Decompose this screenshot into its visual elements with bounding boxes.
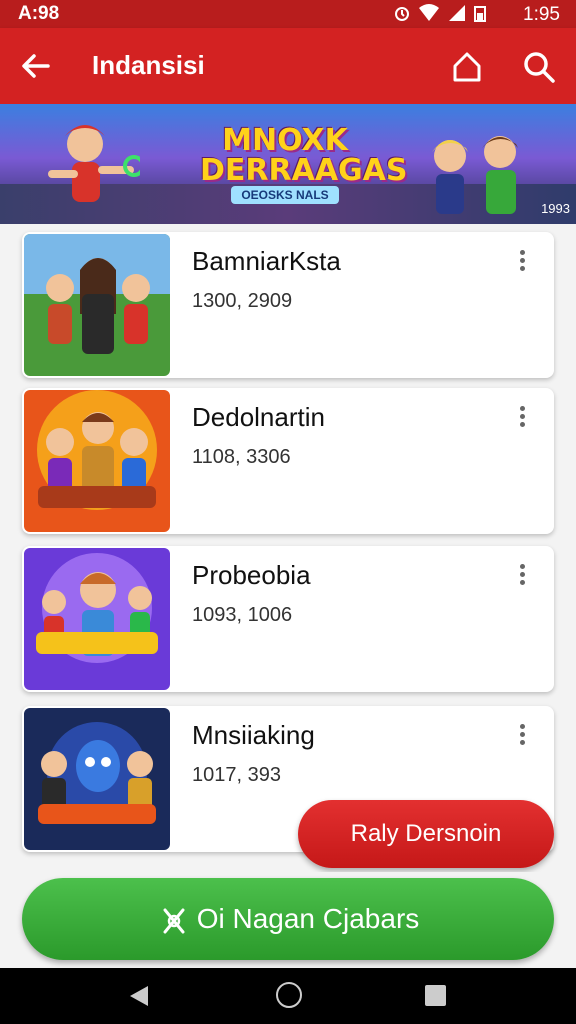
- banner-corner-label: 1993: [541, 201, 570, 216]
- item-thumbnail: [24, 548, 170, 690]
- home-icon[interactable]: [448, 48, 486, 86]
- item-title: BamniarKsta: [192, 246, 341, 276]
- item-thumbnail: [24, 234, 170, 376]
- item-thumbnail: [24, 708, 170, 850]
- more-vert-icon[interactable]: [512, 402, 532, 432]
- item-title: Dedolnartin: [192, 402, 325, 432]
- app-bar: Indansisi: [0, 28, 576, 104]
- status-time-left: A:98: [18, 3, 60, 24]
- item-meta: 1093, 1006: [192, 604, 293, 626]
- item-thumbnail: [24, 390, 170, 532]
- banner-logo-sub-text: OEOSKS NALS: [231, 186, 339, 204]
- cta-label: Oi Nagan Cjabars: [196, 903, 420, 934]
- banner-logo-sub: OEOSKS NALS: [200, 186, 370, 204]
- floating-action-button[interactable]: Raly Dersnoin: [298, 800, 554, 868]
- banner-logo-line1: MNOXK: [222, 123, 348, 158]
- promo-banner[interactable]: MNOXK DERRAAGAS OEOSKS NALS 1993: [0, 104, 576, 224]
- status-icons: [394, 4, 486, 22]
- banner-hero-left: [48, 125, 140, 202]
- page-title: Indansisi: [92, 50, 205, 80]
- list-item[interactable]: Dedolnartin 1108, 3306: [22, 388, 554, 534]
- more-vert-icon[interactable]: [512, 246, 532, 276]
- game-list: BamniarKsta 1300, 2909 Dedolnartin 1108,…: [0, 224, 576, 872]
- primary-cta-button[interactable]: Oi Nagan Cjabars: [22, 878, 554, 960]
- back-arrow-icon[interactable]: [18, 48, 54, 84]
- battery-icon: [474, 6, 486, 22]
- banner-logo-line2: DERRAAGAS: [200, 153, 408, 188]
- alarm-icon: [395, 7, 409, 21]
- status-bar: A:98 1:95: [0, 0, 576, 28]
- banner-hero-right: [432, 136, 518, 214]
- list-item[interactable]: BamniarKsta 1300, 2909: [22, 232, 554, 378]
- more-vert-icon[interactable]: [512, 560, 532, 590]
- item-title: Mnsiiaking: [192, 720, 315, 750]
- banner-logo: MNOXK DERRAAGAS: [200, 123, 408, 188]
- item-title: Probeobia: [192, 560, 311, 590]
- nav-back-icon[interactable]: [128, 984, 150, 1008]
- nav-home-icon[interactable]: [276, 982, 302, 1008]
- item-meta: 1017, 393: [192, 764, 281, 786]
- system-nav-bar: [0, 968, 576, 1024]
- item-meta: 1108, 3306: [192, 446, 291, 468]
- list-item[interactable]: Probeobia 1093, 1006: [22, 546, 554, 692]
- search-icon[interactable]: [520, 48, 558, 86]
- wifi-icon: [419, 4, 439, 21]
- item-meta: 1300, 2909: [192, 290, 293, 312]
- joystick-icon: [163, 908, 185, 934]
- nav-recent-apps-icon[interactable]: [425, 985, 446, 1006]
- signal-icon: [449, 5, 465, 21]
- more-vert-icon[interactable]: [512, 720, 532, 750]
- status-time-right: 1:95: [523, 4, 560, 25]
